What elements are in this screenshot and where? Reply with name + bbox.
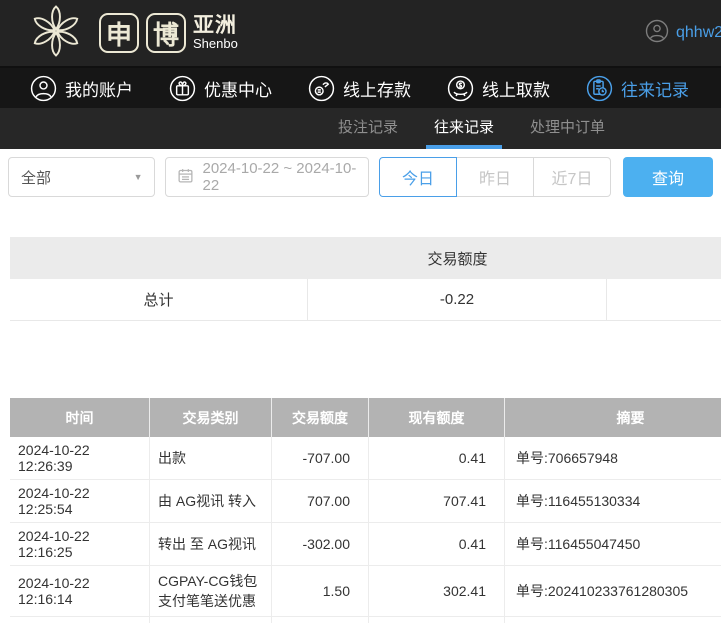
flower-logo-icon xyxy=(28,3,84,64)
transaction-table: 时间 交易类别 交易额度 现有额度 摘要 2024-10-22 12:26:39… xyxy=(10,398,721,623)
logo-char-bo: 博 xyxy=(146,13,186,53)
category-select-value: 全部 xyxy=(21,169,52,187)
quick-date-buttons: 今日 昨日 近7日 xyxy=(379,157,611,197)
cell-time: 2024-10-22 12:16:25 xyxy=(18,528,90,560)
cell-balance: 300.91 xyxy=(368,617,504,623)
cell-type: 转出 至 AG视讯 xyxy=(149,523,271,565)
table-row: 2024-10-22 12:26:39 出款 -707.00 0.41 单号:7… xyxy=(10,437,721,480)
nav-item-transaction-records[interactable]: 往来记录 xyxy=(586,75,689,102)
withdraw-dollar-hand-icon xyxy=(447,75,474,102)
tab-betting-records[interactable]: 投注记录 xyxy=(330,108,406,149)
cell-type: 出款 xyxy=(149,437,271,479)
summary-table: 交易额度 总计 -0.22 xyxy=(10,237,721,321)
cell-type: CGPAY支付 xyxy=(149,617,271,623)
nav-item-label: 线上取款 xyxy=(482,80,550,100)
cell-time: 2024-10-22 12:26:39 xyxy=(18,442,90,474)
column-header-time: 时间 xyxy=(65,409,94,426)
cell-amount: 1.50 xyxy=(271,566,368,616)
summary-total-label: 总计 xyxy=(10,279,308,320)
logo-brand-text: Shenbo xyxy=(193,36,238,52)
user-account[interactable]: qhhw2 xyxy=(645,0,721,66)
last-7-days-button[interactable]: 近7日 xyxy=(533,157,611,197)
table-row: 2024-10-22 12:25:54 由 AG视讯 转入 707.00 707… xyxy=(10,480,721,523)
cell-summary: 单号:116455130334 xyxy=(504,480,721,522)
nav-item-label: 线上存款 xyxy=(343,80,411,100)
date-range-input[interactable]: 2024-10-22 ~ 2024-10-22 xyxy=(165,157,369,197)
cell-time: 2024-10-22 12:16:14 xyxy=(10,617,149,623)
nav-item-online-withdrawal[interactable]: 线上取款 xyxy=(447,75,550,102)
table-row: 2024-10-22 12:16:25 转出 至 AG视讯 -302.00 0.… xyxy=(10,523,721,566)
cell-amount: -302.00 xyxy=(271,523,368,565)
cell-balance: 0.41 xyxy=(368,523,504,565)
cell-balance: 707.41 xyxy=(368,480,504,522)
table-header-row: 时间 交易类别 交易额度 现有额度 摘要 xyxy=(10,398,721,437)
nav-item-label: 我的账户 xyxy=(65,80,133,100)
today-button[interactable]: 今日 xyxy=(379,157,457,197)
column-header-summary: 摘要 xyxy=(504,398,721,437)
table-row: 2024-10-22 12:16:14 CGPAY支付 300.00 300.9… xyxy=(10,617,721,623)
logo-char-shen: 申 xyxy=(99,13,139,53)
cell-time: 2024-10-22 12:25:54 xyxy=(18,485,90,517)
username[interactable]: qhhw2 xyxy=(676,24,721,42)
tab-pending-orders[interactable]: 处理中订单 xyxy=(522,108,613,149)
cell-summary: 单号:706657948 xyxy=(504,437,721,479)
cell-amount: 707.00 xyxy=(271,480,368,522)
gift-icon xyxy=(169,75,196,102)
record-tabs: 投注记录 往来记录 处理中订单 xyxy=(0,108,721,149)
column-header-amount: 交易额度 xyxy=(271,398,368,437)
cell-summary: 单号:116455047450 xyxy=(504,523,721,565)
yesterday-button[interactable]: 昨日 xyxy=(456,157,534,197)
filter-row: 全部 ▼ 2024-10-22 ~ 2024-10-22 今日 昨日 近7日 查… xyxy=(8,157,713,197)
calendar-icon xyxy=(177,167,194,188)
user-icon xyxy=(30,75,57,102)
category-select[interactable]: 全部 ▼ xyxy=(8,157,156,197)
summary-total-value: -0.22 xyxy=(308,279,607,320)
nav-item-my-account[interactable]: 我的账户 xyxy=(30,75,133,102)
cell-summary: 单号:202410233761280305 xyxy=(504,617,721,623)
main-navigation: 我的账户 优惠中心 线上存款 线上取款 往来记录 xyxy=(0,66,721,108)
chevron-down-icon: ▼ xyxy=(133,172,143,182)
logo-subtitle: 亚洲 Shenbo xyxy=(193,15,238,51)
logo-region-text: 亚洲 xyxy=(193,14,237,38)
summary-header-row: 交易额度 xyxy=(10,237,721,279)
deposit-coin-hand-icon xyxy=(308,75,335,102)
logo: 申 博 亚洲 Shenbo xyxy=(28,3,238,64)
query-button[interactable]: 查询 xyxy=(623,157,713,197)
tab-transaction-records[interactable]: 往来记录 xyxy=(426,108,503,149)
nav-item-label: 往来记录 xyxy=(621,80,689,100)
topbar: 申 博 亚洲 Shenbo qhhw2 xyxy=(0,0,721,66)
cell-type: 由 AG视讯 转入 xyxy=(149,480,271,522)
column-header-type: 交易类别 xyxy=(149,398,271,437)
cell-balance: 0.41 xyxy=(368,437,504,479)
nav-item-online-deposit[interactable]: 线上存款 xyxy=(308,75,411,102)
summary-header-amount: 交易额度 xyxy=(427,250,488,268)
summary-total-row: 总计 -0.22 xyxy=(10,279,721,321)
column-header-balance: 现有额度 xyxy=(368,398,504,437)
table-row: 2024-10-22 12:16:14 CGPAY-CG钱包支付笔笔送优惠 1.… xyxy=(10,566,721,617)
cell-balance: 302.41 xyxy=(368,566,504,616)
avatar-icon xyxy=(645,19,669,48)
summary-empty-cell xyxy=(607,279,721,320)
cell-amount: -707.00 xyxy=(271,437,368,479)
nav-item-promotions[interactable]: 优惠中心 xyxy=(169,75,272,102)
cell-summary: 单号:202410233761280305 xyxy=(504,566,721,616)
nav-item-label: 优惠中心 xyxy=(204,80,272,100)
cell-type: CGPAY-CG钱包支付笔笔送优惠 xyxy=(149,566,271,616)
cell-amount: 300.00 xyxy=(271,617,368,623)
cell-time: 2024-10-22 12:16:14 xyxy=(18,575,90,607)
records-clipboard-clock-icon xyxy=(586,75,613,102)
date-range-value: 2024-10-22 ~ 2024-10-22 xyxy=(202,160,357,194)
content-area: 全部 ▼ 2024-10-22 ~ 2024-10-22 今日 昨日 近7日 查… xyxy=(0,149,721,623)
